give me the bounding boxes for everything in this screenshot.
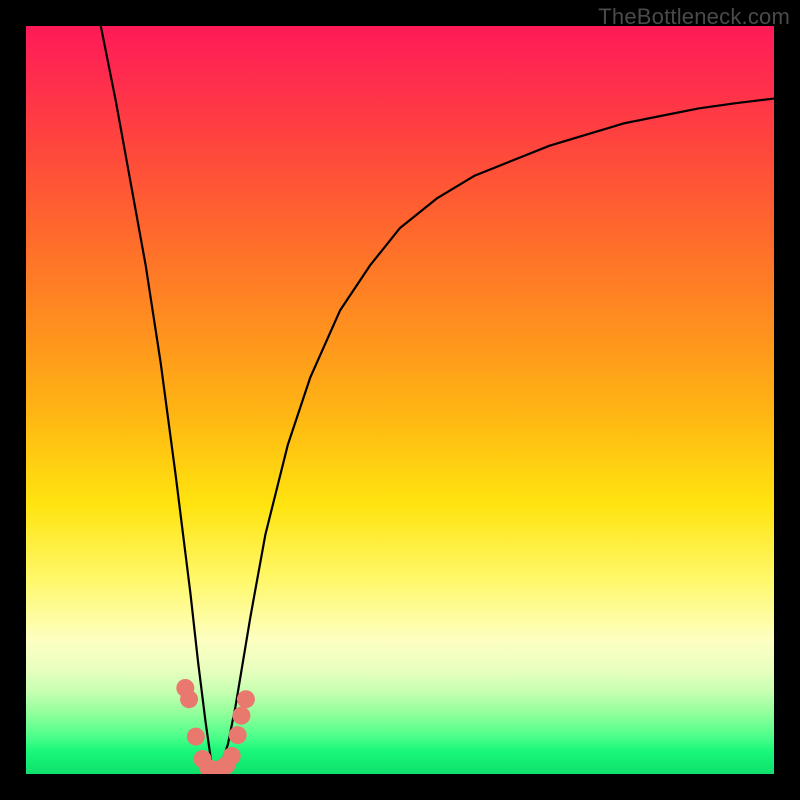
chart-svg: [26, 26, 774, 774]
watermark-text: TheBottleneck.com: [598, 4, 790, 30]
chart-frame: TheBottleneck.com: [0, 0, 800, 800]
highlight-points-group: [176, 679, 255, 774]
highlight-point: [187, 728, 205, 746]
highlight-point: [223, 747, 241, 765]
plot-area: [26, 26, 774, 774]
bottleneck-curve: [101, 26, 774, 774]
highlight-point: [229, 726, 247, 744]
highlight-point: [180, 690, 198, 708]
highlight-point: [237, 690, 255, 708]
highlight-point: [232, 707, 250, 725]
